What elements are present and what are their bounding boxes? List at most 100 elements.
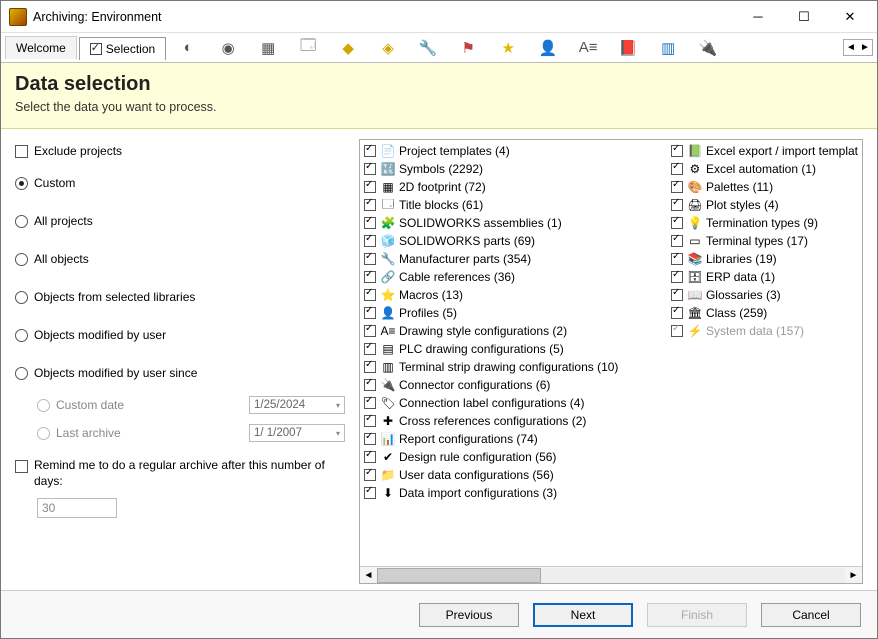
list-item[interactable]: ⬇Data import configurations (3) xyxy=(364,484,671,502)
last-archive-picker[interactable]: 1/ 1/2007 ▾ xyxy=(249,424,345,442)
item-checkbox[interactable] xyxy=(364,487,376,499)
list-item[interactable]: 🖨Plot styles (4) xyxy=(671,196,858,214)
item-checkbox[interactable] xyxy=(364,181,376,193)
item-checkbox[interactable] xyxy=(671,199,683,211)
list-item[interactable]: 🔧Manufacturer parts (354) xyxy=(364,250,671,268)
arrow-right-icon[interactable]: ► xyxy=(858,40,872,55)
exclude-projects-checkbox[interactable] xyxy=(15,145,28,158)
list-item[interactable]: 🏛Class (259) xyxy=(671,304,858,322)
list-item[interactable]: 🗄ERP data (1) xyxy=(671,268,858,286)
list-item[interactable]: 📁User data configurations (56) xyxy=(364,466,671,484)
radio-custom-input[interactable] xyxy=(15,177,28,190)
tab-scroll-arrows[interactable]: ◄ ► xyxy=(843,39,873,56)
remind-days-input[interactable]: 30 xyxy=(37,498,117,518)
arrow-left-icon[interactable]: ◄ xyxy=(844,40,858,55)
item-checkbox[interactable] xyxy=(364,253,376,265)
item-checkbox[interactable] xyxy=(364,469,376,481)
maximize-button[interactable]: ☐ xyxy=(781,3,827,31)
radio-all-objects[interactable]: All objects xyxy=(15,252,345,266)
scroll-left-button[interactable]: ◄ xyxy=(360,570,377,581)
list-item[interactable]: ⚡System data (157) xyxy=(671,322,858,340)
item-checkbox[interactable] xyxy=(364,433,376,445)
toolbar-icon-4[interactable]: 🗔 xyxy=(294,36,322,60)
item-checkbox[interactable] xyxy=(364,343,376,355)
toolbar-icon-2[interactable]: ◉ xyxy=(214,36,242,60)
toolbar-icon-3[interactable]: ▦ xyxy=(254,36,282,60)
radio-mod-user-since-input[interactable] xyxy=(15,367,28,380)
list-item[interactable]: 📖Glossaries (3) xyxy=(671,286,858,304)
list-item[interactable]: ⚙Excel automation (1) xyxy=(671,160,858,178)
list-item[interactable]: 🔗Cable references (36) xyxy=(364,268,671,286)
item-checkbox[interactable] xyxy=(671,181,683,193)
item-checkbox[interactable] xyxy=(364,217,376,229)
list-item[interactable]: ⭐Macros (13) xyxy=(364,286,671,304)
item-checkbox[interactable] xyxy=(364,271,376,283)
list-item[interactable]: 💡Termination types (9) xyxy=(671,214,858,232)
close-button[interactable]: ✕ xyxy=(827,3,873,31)
list-item[interactable]: 👤Profiles (5) xyxy=(364,304,671,322)
list-item[interactable]: 🏷Connection label configurations (4) xyxy=(364,394,671,412)
toolbar-icon-8[interactable]: ⚑ xyxy=(454,36,482,60)
radio-from-libs[interactable]: Objects from selected libraries xyxy=(15,290,345,304)
item-checkbox[interactable] xyxy=(364,307,376,319)
item-checkbox[interactable] xyxy=(364,199,376,211)
item-checkbox[interactable] xyxy=(364,235,376,247)
item-checkbox[interactable] xyxy=(671,217,683,229)
remind-checkbox[interactable] xyxy=(15,460,28,473)
radio-all-objects-input[interactable] xyxy=(15,253,28,266)
exclude-projects-row[interactable]: Exclude projects xyxy=(15,144,345,158)
list-item[interactable]: ✚Cross references configurations (2) xyxy=(364,412,671,430)
item-checkbox[interactable] xyxy=(671,307,683,319)
list-item[interactable]: 🧩SOLIDWORKS assemblies (1) xyxy=(364,214,671,232)
toolbar-icon-9[interactable]: ★ xyxy=(494,36,522,60)
list-scroll-area[interactable]: 📄Project templates (4)🔣Symbols (2292)▦2D… xyxy=(360,140,862,566)
item-checkbox[interactable] xyxy=(671,325,683,337)
item-checkbox[interactable] xyxy=(364,397,376,409)
item-checkbox[interactable] xyxy=(364,289,376,301)
list-item[interactable]: ▤PLC drawing configurations (5) xyxy=(364,340,671,358)
toolbar-icon-11[interactable]: A≡ xyxy=(574,36,602,60)
radio-custom[interactable]: Custom xyxy=(15,176,345,190)
radio-from-libs-input[interactable] xyxy=(15,291,28,304)
list-item[interactable]: 🔌Connector configurations (6) xyxy=(364,376,671,394)
item-checkbox[interactable] xyxy=(671,289,683,301)
item-checkbox[interactable] xyxy=(671,163,683,175)
cancel-button[interactable]: Cancel xyxy=(761,603,861,627)
previous-button[interactable]: Previous xyxy=(419,603,519,627)
list-item[interactable]: ▭Terminal types (17) xyxy=(671,232,858,250)
list-item[interactable]: A≡Drawing style configurations (2) xyxy=(364,322,671,340)
radio-all-projects[interactable]: All projects xyxy=(15,214,345,228)
radio-all-projects-input[interactable] xyxy=(15,215,28,228)
tab-selection[interactable]: Selection xyxy=(79,37,166,60)
item-checkbox[interactable] xyxy=(671,253,683,265)
list-item[interactable]: 📊Report configurations (74) xyxy=(364,430,671,448)
item-checkbox[interactable] xyxy=(671,235,683,247)
radio-mod-user-since[interactable]: Objects modified by user since xyxy=(15,366,345,380)
toolbar-icon-14[interactable]: 🔌 xyxy=(694,36,722,60)
radio-mod-user-input[interactable] xyxy=(15,329,28,342)
item-checkbox[interactable] xyxy=(364,379,376,391)
horizontal-scrollbar[interactable]: ◄ ► xyxy=(360,566,862,583)
next-button[interactable]: Next xyxy=(533,603,633,627)
list-item[interactable]: ▦2D footprint (72) xyxy=(364,178,671,196)
list-item[interactable]: 🔣Symbols (2292) xyxy=(364,160,671,178)
toolbar-icon-5[interactable]: ◆ xyxy=(334,36,362,60)
scroll-right-button[interactable]: ► xyxy=(845,570,862,581)
minimize-button[interactable]: ─ xyxy=(735,3,781,31)
item-checkbox[interactable] xyxy=(364,451,376,463)
list-item[interactable]: 🗔Title blocks (61) xyxy=(364,196,671,214)
toolbar-icon-7[interactable]: 🔧 xyxy=(414,36,442,60)
list-item[interactable]: 📚Libraries (19) xyxy=(671,250,858,268)
toolbar-icon-13[interactable]: ▥ xyxy=(654,36,682,60)
item-checkbox[interactable] xyxy=(364,325,376,337)
tab-welcome[interactable]: Welcome xyxy=(5,36,77,59)
toolbar-icon-10[interactable]: 👤 xyxy=(534,36,562,60)
item-checkbox[interactable] xyxy=(671,271,683,283)
item-checkbox[interactable] xyxy=(364,361,376,373)
scrollbar-thumb[interactable] xyxy=(377,568,541,583)
list-item[interactable]: ✔Design rule configuration (56) xyxy=(364,448,671,466)
item-checkbox[interactable] xyxy=(671,145,683,157)
remind-row[interactable]: Remind me to do a regular archive after … xyxy=(15,458,345,489)
radio-mod-user[interactable]: Objects modified by user xyxy=(15,328,345,342)
item-checkbox[interactable] xyxy=(364,415,376,427)
